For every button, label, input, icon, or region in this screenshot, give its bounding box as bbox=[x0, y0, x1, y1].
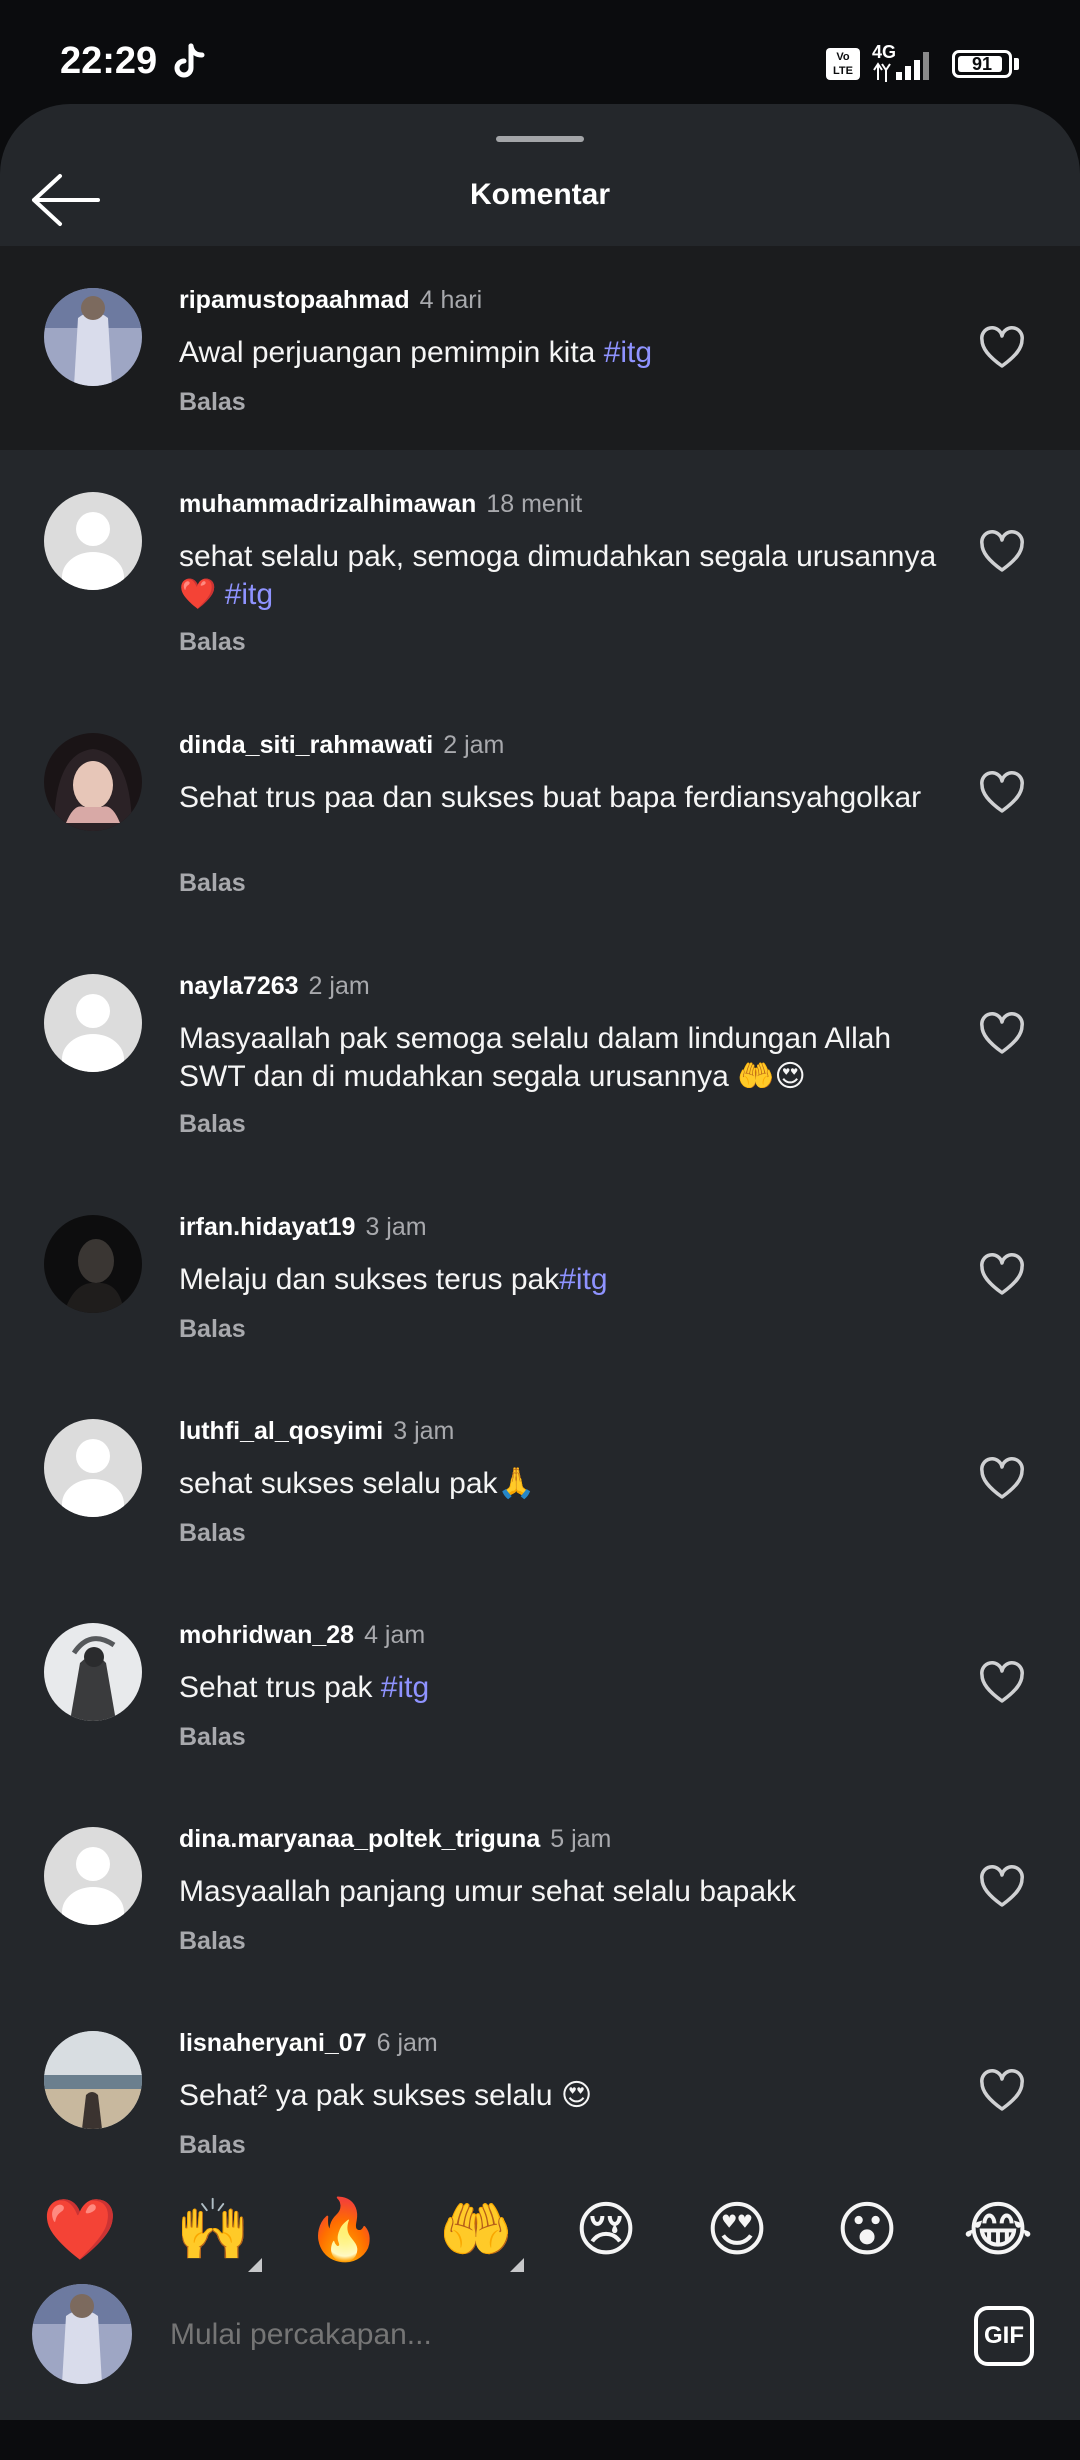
comment-text: Masyaallah panjang umur sehat selalu bap… bbox=[179, 1875, 797, 1908]
comment-item: lisnaheryani_07 6 jam Sehat² ya pak sukse… bbox=[0, 1989, 1080, 2176]
comment-item: muhammadrizalhimawan 18 menit sehat selal… bbox=[0, 450, 1080, 691]
comment-username[interactable]: dinda_siti_rahmawati 2 jam bbox=[179, 731, 504, 760]
comment-item: mohridwan_28 4 jam Sehat trus pak #itg Ba… bbox=[0, 1581, 1080, 1785]
comment-time: 2 jam bbox=[308, 972, 370, 1000]
comment-text: sehat selalu pak, semoga dimudahkan sega… bbox=[179, 540, 937, 611]
heart-icon[interactable] bbox=[978, 1012, 1026, 1056]
comment-item: dina.maryanaa_poltek_triguna 5 jam Masyaa… bbox=[0, 1785, 1080, 1989]
hashtag-link[interactable]: #itg bbox=[559, 1263, 607, 1296]
comment-text: sehat sukses selalu pak🙏 bbox=[179, 1467, 535, 1500]
heart-icon[interactable] bbox=[978, 771, 1026, 815]
default-avatar[interactable] bbox=[44, 1827, 142, 1925]
comment-time: 2 jam bbox=[443, 731, 505, 759]
reaction-fire[interactable]: 🔥 bbox=[304, 2190, 384, 2270]
network-type: 4G bbox=[872, 42, 897, 62]
comment-text: Sehat trus paa dan sukses buat bapa ferd… bbox=[179, 781, 922, 814]
comment-username[interactable]: nayla7263 2 jam bbox=[179, 972, 370, 1001]
reaction-laughing[interactable]: 😂 bbox=[958, 2190, 1038, 2270]
comment-item: irfan.hidayat19 3 jam Melaju dan sukses t… bbox=[0, 1173, 1080, 1377]
comment-time: 18 menit bbox=[486, 490, 583, 518]
reaction-heart-eyes[interactable]: 😍 bbox=[697, 2190, 777, 2270]
heart-icon[interactable] bbox=[978, 1457, 1026, 1501]
comment-list[interactable]: ripamustopaahmad 4 hari Awal perjuangan p… bbox=[0, 246, 1080, 2176]
avatar[interactable] bbox=[44, 1215, 142, 1313]
comment-username[interactable]: irfan.hidayat19 3 jam bbox=[179, 1213, 427, 1242]
heart-icon[interactable] bbox=[978, 1661, 1026, 1705]
drag-handle[interactable] bbox=[496, 136, 584, 142]
reply-button[interactable]: Balas bbox=[179, 628, 246, 657]
comment-item: luthfi_al_qosyimi 3 jam sehat sukses sela… bbox=[0, 1377, 1080, 1581]
reply-button[interactable]: Balas bbox=[179, 1519, 246, 1548]
reply-button[interactable]: Balas bbox=[179, 2131, 246, 2160]
battery-icon: 91 bbox=[952, 50, 1012, 78]
battery-percentage: 91 bbox=[971, 54, 993, 74]
heart-icon[interactable] bbox=[978, 1865, 1026, 1909]
comment-username[interactable]: dina.maryanaa_poltek_triguna 5 jam bbox=[179, 1825, 611, 1854]
gif-button[interactable]: GIF bbox=[974, 2306, 1034, 2366]
navigation-bar bbox=[0, 2420, 1080, 2460]
comment-composer: GIF bbox=[0, 2270, 1080, 2420]
reply-button[interactable]: Balas bbox=[179, 1927, 246, 1956]
comment-time: 5 jam bbox=[550, 1825, 612, 1853]
comment-time: 3 jam bbox=[393, 1417, 455, 1445]
battery-tip bbox=[1014, 58, 1019, 70]
comment-item: nayla7263 2 jam Masyaallah pak semoga sel… bbox=[0, 932, 1080, 1173]
default-avatar[interactable] bbox=[44, 1419, 142, 1517]
reaction-palms-up[interactable]: 🤲 bbox=[436, 2190, 516, 2270]
avatar[interactable] bbox=[44, 288, 142, 386]
comment-text: Sehat trus pak #itg bbox=[179, 1671, 430, 1704]
heart-icon[interactable] bbox=[978, 530, 1026, 574]
hashtag-link[interactable]: #itg bbox=[604, 336, 652, 369]
reaction-surprised[interactable]: 😮 bbox=[827, 2190, 907, 2270]
tiktok-notification-icon bbox=[174, 43, 205, 78]
hashtag-link[interactable]: #itg bbox=[225, 578, 273, 611]
comment-time: 4 jam bbox=[364, 1621, 426, 1649]
avatar[interactable] bbox=[44, 733, 142, 831]
status-time: 22:29 bbox=[60, 40, 158, 82]
comment-item: dinda_siti_rahmawati 2 jam Sehat trus paa… bbox=[0, 691, 1080, 932]
comment-time: 6 jam bbox=[376, 2029, 438, 2057]
comments-sheet: Komentar ripamustopaahmad 4 hari Awal per… bbox=[0, 104, 1080, 2420]
comment-username[interactable]: mohridwan_28 4 jam bbox=[179, 1621, 425, 1650]
comment-input[interactable] bbox=[170, 2310, 930, 2360]
avatar[interactable] bbox=[44, 2031, 142, 2129]
comment-username[interactable]: luthfi_al_qosyimi 3 jam bbox=[179, 1417, 454, 1446]
reply-button[interactable]: Balas bbox=[179, 1723, 246, 1752]
reply-button[interactable]: Balas bbox=[179, 1315, 246, 1344]
comment-time: 4 hari bbox=[419, 286, 483, 314]
comment-item: ripamustopaahmad 4 hari Awal perjuangan p… bbox=[0, 246, 1080, 450]
status-bar: 22:29 Vo LTE 4G 91 bbox=[0, 0, 1080, 110]
comment-text: Sehat² ya pak sukses selalu 😍 bbox=[179, 2079, 593, 2112]
hashtag-link[interactable]: #itg bbox=[381, 1671, 429, 1704]
comment-text: Awal perjuangan pemimpin kita #itg bbox=[179, 336, 653, 369]
heart-icon[interactable] bbox=[978, 326, 1026, 370]
page-title: Komentar bbox=[469, 178, 611, 211]
reaction-raising-hands[interactable]: 🙌 bbox=[173, 2190, 253, 2270]
comment-username[interactable]: muhammadrizalhimawan 18 menit bbox=[179, 490, 582, 519]
avatar[interactable] bbox=[44, 1623, 142, 1721]
current-user-avatar bbox=[32, 2284, 132, 2384]
heart-icon[interactable] bbox=[978, 2069, 1026, 2113]
reply-button[interactable]: Balas bbox=[179, 869, 246, 898]
comment-text: Masyaallah pak semoga selalu dalam lindu… bbox=[179, 1022, 892, 1093]
default-avatar[interactable] bbox=[44, 974, 142, 1072]
comment-username[interactable]: lisnaheryani_07 6 jam bbox=[179, 2029, 438, 2058]
volte-icon: Vo LTE bbox=[826, 48, 860, 80]
comment-text: Melaju dan sukses terus pak#itg bbox=[179, 1263, 608, 1296]
reaction-bar: ❤️ 🙌 🔥 🤲 😢 😍 😮 😂 bbox=[0, 2180, 1080, 2280]
comment-username[interactable]: ripamustopaahmad 4 hari bbox=[179, 286, 482, 315]
heart-icon[interactable] bbox=[978, 1253, 1026, 1297]
reply-button[interactable]: Balas bbox=[179, 1110, 246, 1139]
reaction-heart[interactable]: ❤️ bbox=[40, 2190, 120, 2270]
reaction-crying[interactable]: 😢 bbox=[566, 2190, 646, 2270]
comment-time: 3 jam bbox=[365, 1213, 427, 1241]
default-avatar[interactable] bbox=[44, 492, 142, 590]
reply-button[interactable]: Balas bbox=[179, 388, 246, 417]
